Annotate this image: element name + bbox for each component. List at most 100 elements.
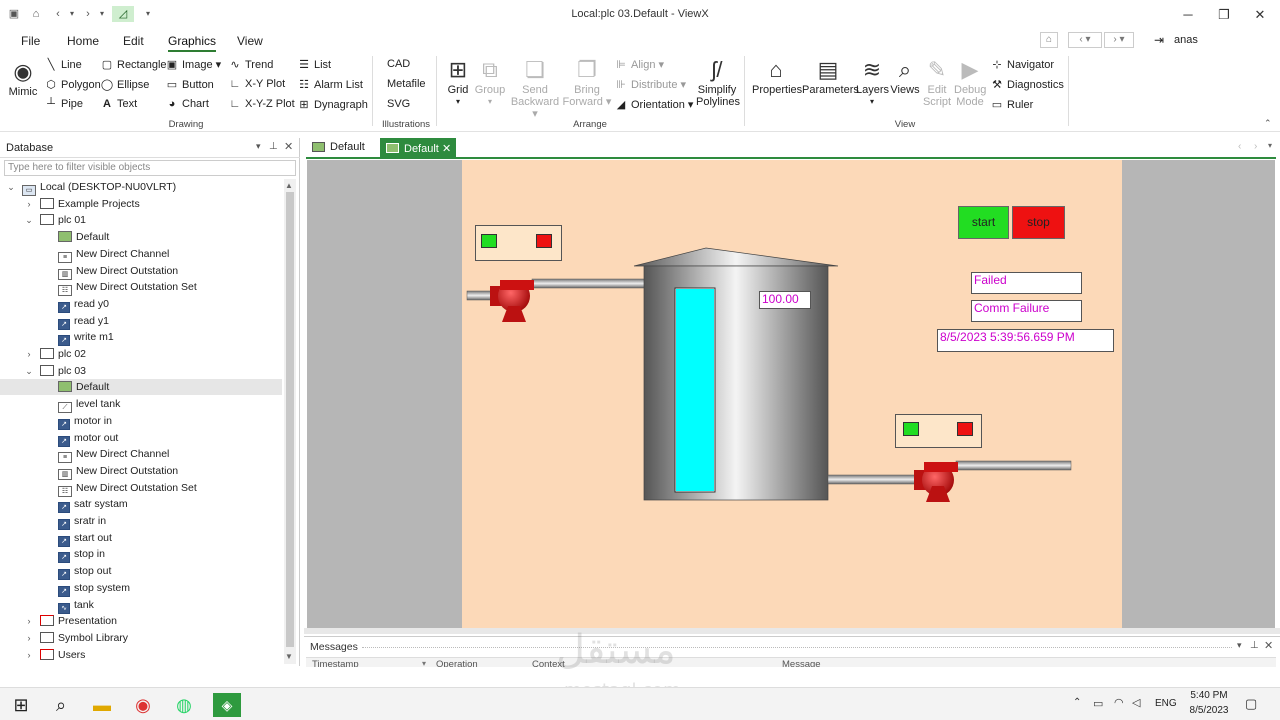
chrome-icon[interactable]: ◉ <box>130 693 156 717</box>
polygon-tool[interactable]: ⬡ Polygon <box>44 78 101 91</box>
image-tool[interactable]: ▣ Image ▾ <box>165 58 221 71</box>
tree-item[interactable]: Default <box>0 379 282 396</box>
scroll-down-icon[interactable]: ▼ <box>285 652 293 661</box>
metafile-button[interactable]: Metafile <box>387 78 426 90</box>
views-button[interactable]: ⌕ Views <box>890 56 920 96</box>
debug-mode-button[interactable]: ▶ Debug Mode <box>954 56 986 108</box>
windows-start-icon[interactable]: ⊞ <box>8 693 34 717</box>
tab-scroll-right-icon[interactable]: › <box>1254 141 1257 152</box>
group-button[interactable]: ⧉ Group ▾ <box>474 56 506 108</box>
close-button[interactable]: ✕ <box>1250 6 1270 24</box>
tree-item[interactable]: ↗ motor in <box>0 413 282 430</box>
expand-arrow-icon[interactable]: › <box>24 346 34 362</box>
tree-item[interactable]: ∿ tank <box>0 597 282 614</box>
tray-expand-icon[interactable]: ⌃ <box>1073 697 1081 708</box>
maximize-button[interactable]: ❐ <box>1214 6 1234 24</box>
clock-time[interactable]: 5:40 PM <box>1189 690 1229 701</box>
tree-item[interactable]: ☷ New Direct Outstation Set <box>0 480 282 497</box>
layers-button[interactable]: ≋ Layers ▾ <box>856 56 889 108</box>
column-timestamp-sort-icon[interactable]: ▾ <box>422 659 426 667</box>
tree-item[interactable]: ▥ New Direct Outstation <box>0 263 282 280</box>
menu-file[interactable]: File <box>21 34 40 48</box>
menu-view[interactable]: View <box>237 34 263 48</box>
xyz-plot-tool[interactable]: ∟ X-Y-Z Plot <box>228 98 295 110</box>
properties-button[interactable]: ⌂ Properties <box>752 56 802 96</box>
tree-item[interactable]: › Users <box>0 647 282 663</box>
nav-forward-button[interactable]: › ▾ <box>1104 32 1134 48</box>
collapse-ribbon-icon[interactable]: ⌃ <box>1264 118 1272 129</box>
panel-dropdown-icon[interactable]: ▾ <box>256 141 261 152</box>
canvas-scrollbar[interactable] <box>304 628 1280 634</box>
text-tool[interactable]: A Text <box>100 98 137 110</box>
list-tool[interactable]: ☰ List <box>297 58 331 71</box>
mimic-button[interactable]: ◉ Mimic <box>8 58 38 98</box>
tree-item[interactable]: ↗ read y0 <box>0 296 282 313</box>
rectangle-tool[interactable]: ▢ Rectangle <box>100 58 167 71</box>
menu-home[interactable]: Home <box>67 34 99 48</box>
ruler-button[interactable]: ▭ Ruler <box>990 98 1034 111</box>
simplify-polylines-button[interactable]: ʃ/ Simplify Polylines <box>696 56 740 108</box>
tree-item[interactable]: ⟋ level tank <box>0 396 282 414</box>
collapse-arrow-icon[interactable]: ⌄ <box>24 363 34 379</box>
language-indicator[interactable]: ENG <box>1155 698 1177 709</box>
pipe-tool[interactable]: ┴ Pipe <box>44 98 83 110</box>
xy-plot-tool[interactable]: ∟ X-Y Plot <box>228 78 286 90</box>
tab-default-2[interactable]: Default ✕ <box>380 138 456 157</box>
alarm-list-tool[interactable]: ☷ Alarm List <box>297 78 363 91</box>
tree-item[interactable]: ↗ motor out <box>0 430 282 447</box>
tree-item[interactable]: Default <box>0 229 282 245</box>
messages-pin-icon[interactable]: ⊥ <box>1250 640 1259 651</box>
clock-date[interactable]: 8/5/2023 <box>1185 705 1233 716</box>
expand-arrow-icon[interactable]: › <box>24 196 34 212</box>
tab-list-icon[interactable]: ▾ <box>1268 141 1272 150</box>
line-tool[interactable]: ╲ Line <box>44 58 82 71</box>
messages-dropdown-icon[interactable]: ▾ <box>1237 640 1242 651</box>
column-operation[interactable]: Operation <box>436 659 478 667</box>
tree-item[interactable]: › plc 02 <box>0 346 282 362</box>
navigator-button[interactable]: ⊹ Navigator <box>990 58 1054 71</box>
menu-edit[interactable]: Edit <box>123 34 144 48</box>
tree-item[interactable]: ↗ satr systam <box>0 496 282 514</box>
battery-icon[interactable]: ▭ <box>1093 697 1103 710</box>
database-filter-input[interactable]: Type here to filter visible objects <box>4 160 296 176</box>
scroll-up-icon[interactable]: ▲ <box>285 181 293 190</box>
tree-item[interactable]: ↗ stop system <box>0 580 282 597</box>
whatsapp-icon[interactable]: ◍ <box>171 693 197 717</box>
sign-out-icon[interactable]: ⇥ <box>1154 33 1164 47</box>
nav-home-icon[interactable]: ⌂ <box>1040 32 1058 48</box>
tree-item[interactable]: ⌄ plc 01 <box>0 212 282 228</box>
tree-item[interactable]: ⌄ ▭ Local (DESKTOP-NU0VLRT) <box>0 179 282 196</box>
tab-scroll-left-icon[interactable]: ‹ <box>1238 141 1241 152</box>
trend-tool[interactable]: ∿ Trend <box>228 58 273 71</box>
expand-arrow-icon[interactable]: › <box>24 647 34 663</box>
minimize-button[interactable]: ─ <box>1178 6 1198 24</box>
grid-button[interactable]: ⊞ Grid ▾ <box>443 56 473 108</box>
bring-forward-button[interactable]: ❐ Bring Forward ▾ <box>562 56 612 108</box>
expand-arrow-icon[interactable]: › <box>24 613 34 629</box>
pin-icon[interactable]: ⊥ <box>269 141 278 152</box>
diagnostics-button[interactable]: ⚒ Diagnostics <box>990 78 1064 91</box>
tree-item[interactable]: › Example Projects <box>0 196 282 212</box>
collapse-arrow-icon[interactable]: ⌄ <box>6 179 16 195</box>
tree-item[interactable]: ≡ New Direct Channel <box>0 246 282 263</box>
orientation-button[interactable]: ◢ Orientation ▾ <box>614 98 694 111</box>
tree-item[interactable]: › Presentation <box>0 613 282 629</box>
wifi-icon[interactable]: ◠ <box>1114 696 1124 709</box>
distribute-button[interactable]: ⊪ Distribute ▾ <box>614 78 686 91</box>
chart-tool[interactable]: ◕ Chart <box>165 98 209 110</box>
search-icon[interactable]: ⌕ <box>48 693 74 717</box>
tree-item[interactable]: ↗ stop in <box>0 546 282 564</box>
column-message[interactable]: Message <box>782 659 821 667</box>
column-timestamp[interactable]: Timestamp <box>312 659 359 667</box>
tree-item[interactable]: ≡ New Direct Channel <box>0 446 282 464</box>
align-button[interactable]: ⊫ Align ▾ <box>614 58 664 71</box>
nav-back-button[interactable]: ‹ ▾ <box>1068 32 1102 48</box>
file-explorer-icon[interactable]: ▬ <box>89 693 115 717</box>
tree-item[interactable]: ▥ New Direct Outstation <box>0 463 282 480</box>
cad-button[interactable]: CAD <box>387 58 410 70</box>
collapse-arrow-icon[interactable]: ⌄ <box>24 212 34 228</box>
panel-close-icon[interactable]: ✕ <box>284 140 293 153</box>
messages-close-icon[interactable]: ✕ <box>1264 639 1273 652</box>
notifications-icon[interactable]: ▢ <box>1245 696 1257 712</box>
tree-item[interactable]: ↗ start out <box>0 530 282 547</box>
